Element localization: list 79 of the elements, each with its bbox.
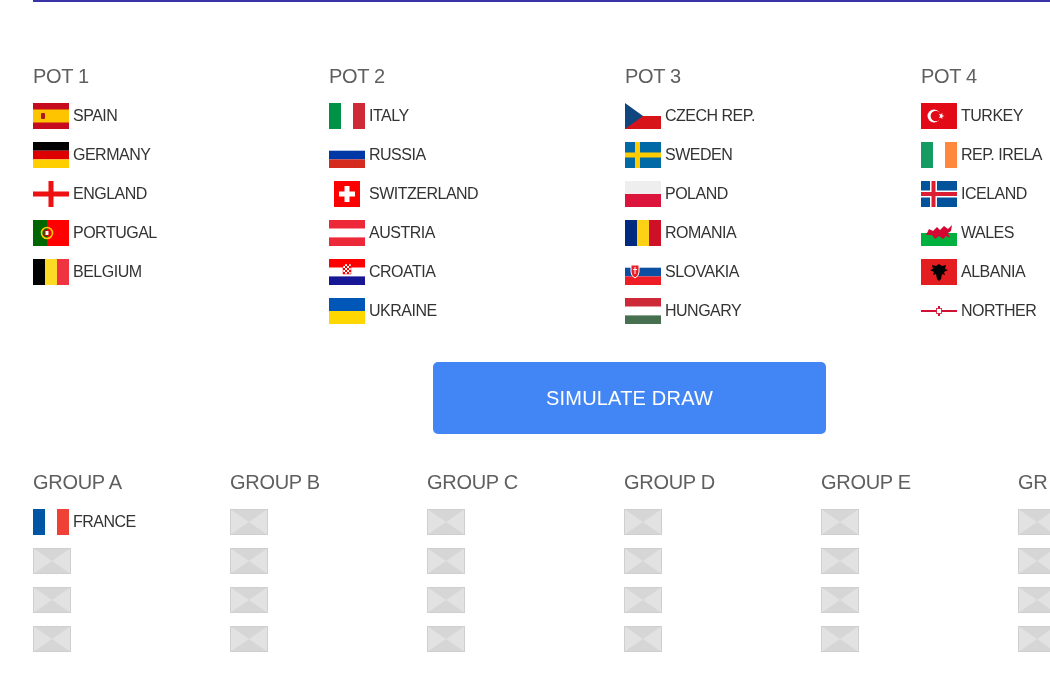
team-name: PORTUGAL [73,223,157,242]
group-title: GROUP E [821,471,911,493]
placeholder-icon [821,586,859,613]
pot-title: POT 1 [33,65,89,87]
placeholder-icon [33,547,71,574]
placeholder-icon [427,508,465,535]
placeholder-icon [624,508,662,535]
team-name: RUSSIA [369,145,426,164]
placeholder-icon [624,625,662,652]
placeholder-icon [821,547,859,574]
albania-flag-icon [921,258,957,285]
placeholder-icon [230,625,268,652]
team-name: NORTHER [961,301,1037,320]
placeholder-icon [821,625,859,652]
placeholder-icon [624,586,662,613]
team-name: WALES [961,223,1014,242]
pot-title: POT 2 [329,65,385,87]
team-name: TURKEY [961,106,1023,125]
poland-flag-icon [625,180,661,207]
czech-flag-icon [625,102,661,129]
team-name: ENGLAND [73,184,147,203]
turkey-flag-icon [921,102,957,129]
ukraine-flag-icon [329,297,365,324]
team-name: SLOVAKIA [665,262,739,281]
team-name: FRANCE [73,512,136,531]
team-name: AUSTRIA [369,223,435,242]
group-title: GR [1018,471,1048,493]
team-name: SWEDEN [665,145,733,164]
team-name: SWITZERLAND [369,184,479,203]
placeholder-icon [427,547,465,574]
placeholder-icon [1018,625,1050,652]
team-name: ICELAND [961,184,1027,203]
pot-title: POT 3 [625,65,681,87]
france-flag-icon [33,508,69,535]
team-name: CROATIA [369,262,436,281]
group-title: GROUP D [624,471,715,493]
placeholder-icon [230,508,268,535]
hungary-flag-icon [625,297,661,324]
team-name: ALBANIA [961,262,1026,281]
romania-flag-icon [625,219,661,246]
england-flag-icon [33,180,69,207]
team-name: ITALY [369,106,409,125]
italy-flag-icon [329,102,365,129]
placeholder-icon [1018,586,1050,613]
placeholder-icon [427,586,465,613]
group-title: GROUP B [230,471,320,493]
ireland-flag-icon [921,141,957,168]
sweden-flag-icon [625,141,661,168]
croatia-flag-icon [329,258,365,285]
simulate-draw-button[interactable]: SIMULATE DRAW [433,362,826,434]
team-name: UKRAINE [369,301,437,320]
placeholder-icon [1018,547,1050,574]
placeholder-icon [624,547,662,574]
placeholder-icon [821,508,859,535]
team-name: BELGIUM [73,262,142,281]
team-name: POLAND [665,184,728,203]
team-name: SPAIN [73,106,118,125]
team-name: CZECH REP. [665,106,755,125]
germany-flag-icon [33,141,69,168]
team-name: ROMANIA [665,223,737,242]
group-title: GROUP A [33,471,122,493]
iceland-flag-icon [921,180,957,207]
spain-flag-icon [33,102,69,129]
team-name: GERMANY [73,145,151,164]
team-name: HUNGARY [665,301,742,320]
placeholder-icon [33,586,71,613]
placeholder-icon [230,586,268,613]
placeholder-icon [230,547,268,574]
portugal-flag-icon [33,219,69,246]
austria-flag-icon [329,219,365,246]
team-name: REP. IRELA [961,145,1042,164]
pot-title: POT 4 [921,65,977,87]
placeholder-icon [33,625,71,652]
switzerland-flag-icon [334,180,360,207]
group-title: GROUP C [427,471,518,493]
belgium-flag-icon [33,258,69,285]
placeholder-icon [1018,508,1050,535]
placeholder-icon [427,625,465,652]
northern-ireland-flag-icon [921,305,957,316]
